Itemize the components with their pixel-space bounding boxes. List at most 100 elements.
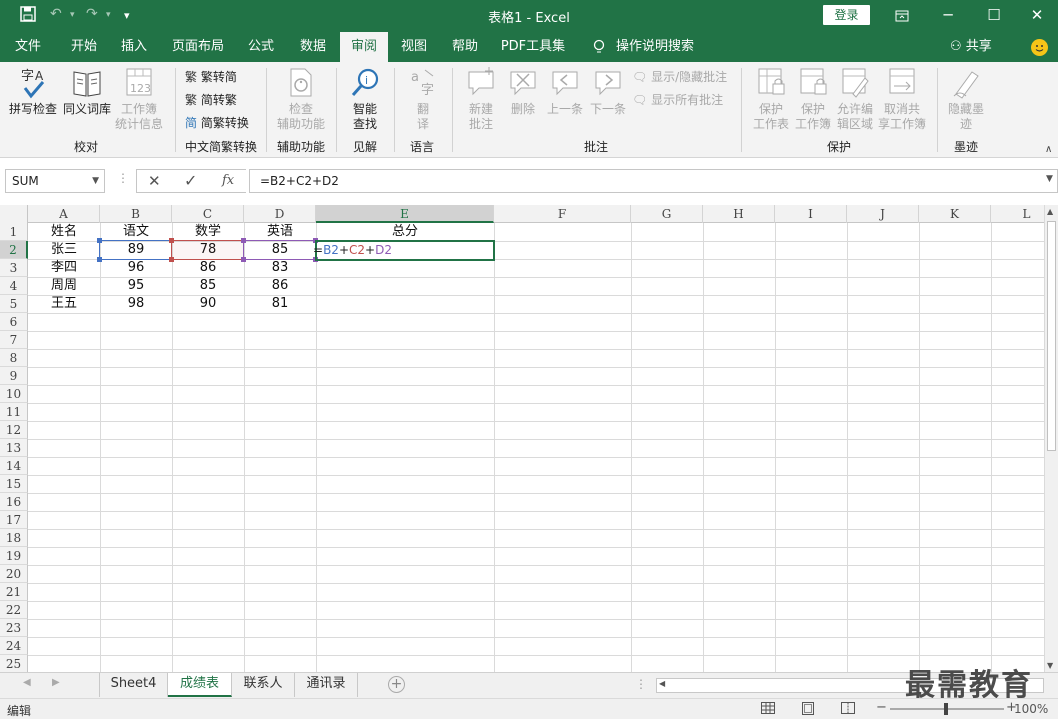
expand-formula-bar-icon[interactable]: ▼: [1046, 174, 1053, 184]
column-header-a[interactable]: A: [28, 205, 100, 223]
cell-a5[interactable]: 王五: [28, 295, 100, 313]
reference-handle[interactable]: [97, 238, 102, 243]
delete-comment-button[interactable]: 删除: [503, 66, 543, 117]
next-comment-button[interactable]: 下一条: [587, 66, 629, 117]
scroll-down-icon[interactable]: ▼: [1047, 661, 1053, 670]
tell-me-search[interactable]: 操作说明搜索: [612, 32, 698, 62]
row-header-2[interactable]: 2: [0, 241, 28, 259]
translate-button[interactable]: a字 翻 译: [403, 66, 443, 132]
tab-pdf-tools[interactable]: PDF工具集: [498, 32, 568, 62]
sheet-tab-sheet4[interactable]: Sheet4: [100, 673, 168, 697]
tab-page-layout[interactable]: 页面布局: [166, 32, 230, 62]
column-header-d[interactable]: D: [244, 205, 316, 223]
redo-icon[interactable]: ↷: [86, 6, 98, 22]
convert-button[interactable]: 简 简繁转换: [185, 115, 249, 131]
row-header-4[interactable]: 4: [0, 277, 28, 295]
protect-sheet-button[interactable]: 保护 工作表: [750, 66, 792, 132]
column-header-b[interactable]: B: [100, 205, 172, 223]
add-sheet-icon[interactable]: +: [388, 676, 405, 693]
zoom-slider[interactable]: [890, 703, 1004, 715]
row-header-23[interactable]: 23: [0, 619, 28, 637]
normal-view-icon[interactable]: [761, 702, 775, 717]
row-header-24[interactable]: 24: [0, 637, 28, 655]
scroll-tabs-right-icon[interactable]: ▶: [52, 677, 60, 688]
cell-d1[interactable]: 英语: [244, 223, 316, 241]
undo-icon[interactable]: ↶: [50, 6, 62, 22]
column-header-g[interactable]: G: [631, 205, 703, 223]
share-button[interactable]: ⚇ 共享: [950, 32, 992, 62]
enter-entry-icon[interactable]: ✓: [184, 171, 197, 190]
in-cell-formula[interactable]: =B2+C2+D2: [313, 241, 392, 259]
cell-c4[interactable]: 85: [172, 277, 244, 295]
column-header-c[interactable]: C: [172, 205, 244, 223]
collapse-ribbon-icon[interactable]: ∧: [1045, 144, 1052, 155]
reference-handle[interactable]: [169, 238, 174, 243]
column-header-e[interactable]: E: [316, 205, 494, 223]
smiley-feedback-icon[interactable]: [1031, 39, 1048, 56]
protect-workbook-button[interactable]: 保护 工作簿: [792, 66, 834, 132]
reference-handle[interactable]: [241, 238, 246, 243]
column-header-i[interactable]: I: [775, 205, 847, 223]
tab-formulas[interactable]: 公式: [240, 32, 282, 62]
tab-insert[interactable]: 插入: [112, 32, 156, 62]
row-header-7[interactable]: 7: [0, 331, 28, 349]
customize-qat-icon[interactable]: ▾: [124, 9, 130, 22]
row-header-25[interactable]: 25: [0, 655, 28, 672]
row-header-6[interactable]: 6: [0, 313, 28, 331]
scroll-left-icon[interactable]: ◀: [659, 679, 665, 688]
cell-d5[interactable]: 81: [244, 295, 316, 313]
column-header-h[interactable]: H: [703, 205, 775, 223]
tab-file[interactable]: 文件: [4, 32, 52, 62]
unshare-workbook-button[interactable]: 取消共 享工作簿: [876, 66, 928, 132]
tab-data[interactable]: 数据: [292, 32, 334, 62]
cell-a1[interactable]: 姓名: [28, 223, 100, 241]
vertical-scrollbar[interactable]: ▲ ▼: [1044, 205, 1058, 672]
row-header-18[interactable]: 18: [0, 529, 28, 547]
scroll-up-icon[interactable]: ▲: [1047, 207, 1053, 216]
cell-b1[interactable]: 语文: [100, 223, 172, 241]
row-header-22[interactable]: 22: [0, 601, 28, 619]
row-header-11[interactable]: 11: [0, 403, 28, 421]
row-header-1[interactable]: 1: [0, 223, 28, 241]
vertical-scroll-thumb[interactable]: [1047, 221, 1056, 451]
insert-function-icon[interactable]: fx: [222, 173, 234, 188]
tab-split-handle-icon[interactable]: ⋮: [635, 677, 647, 691]
sheet-tab-contacts[interactable]: 联系人: [232, 673, 295, 697]
tab-review[interactable]: 审阅: [340, 32, 388, 62]
ribbon-display-options-icon[interactable]: [879, 0, 925, 32]
allow-edit-ranges-button[interactable]: 允许编 辑区域: [834, 66, 876, 132]
zoom-slider-thumb[interactable]: [944, 703, 948, 715]
row-header-13[interactable]: 13: [0, 439, 28, 457]
row-header-19[interactable]: 19: [0, 547, 28, 565]
sheet-tab-address-book[interactable]: 通讯录: [295, 673, 358, 697]
name-box[interactable]: SUM ▼: [5, 169, 105, 193]
formula-input[interactable]: =B2+C2+D2: [249, 169, 1058, 193]
row-header-12[interactable]: 12: [0, 421, 28, 439]
row-header-17[interactable]: 17: [0, 511, 28, 529]
tab-help[interactable]: 帮助: [444, 32, 486, 62]
cell-b3[interactable]: 96: [100, 259, 172, 277]
cell-c3[interactable]: 86: [172, 259, 244, 277]
row-header-15[interactable]: 15: [0, 475, 28, 493]
cell-a4[interactable]: 周周: [28, 277, 100, 295]
tab-home[interactable]: 开始: [58, 32, 110, 62]
zoom-level[interactable]: 100%: [1014, 702, 1048, 716]
column-header-l[interactable]: L: [991, 205, 1044, 223]
select-all-corner[interactable]: [0, 205, 28, 223]
column-header-j[interactable]: J: [847, 205, 919, 223]
row-header-10[interactable]: 10: [0, 385, 28, 403]
cell-b5[interactable]: 98: [100, 295, 172, 313]
smart-lookup-button[interactable]: i 智能 查找: [343, 66, 387, 132]
name-box-dropdown-icon[interactable]: ▼: [92, 170, 99, 192]
reference-handle[interactable]: [169, 257, 174, 262]
cell-c5[interactable]: 90: [172, 295, 244, 313]
close-button[interactable]: ✕: [1014, 0, 1058, 32]
row-header-21[interactable]: 21: [0, 583, 28, 601]
scroll-tabs-left-icon[interactable]: ◀: [23, 677, 31, 688]
tab-view[interactable]: 视图: [392, 32, 436, 62]
save-icon[interactable]: [20, 6, 36, 26]
zoom-out-icon[interactable]: −: [876, 700, 887, 715]
minimize-button[interactable]: ─: [925, 0, 971, 32]
redo-dropdown-icon[interactable]: ▾: [106, 10, 111, 20]
row-header-8[interactable]: 8: [0, 349, 28, 367]
